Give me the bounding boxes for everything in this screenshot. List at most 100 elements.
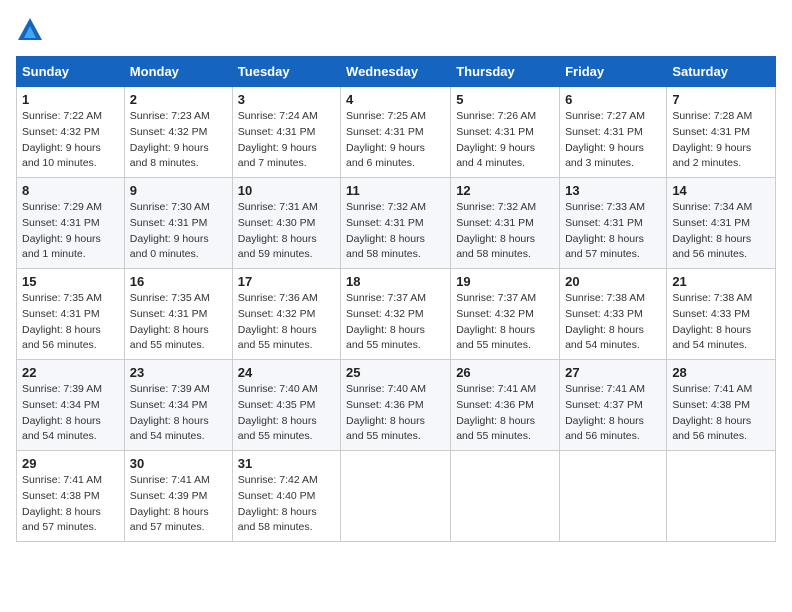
day-number: 13: [565, 183, 661, 198]
calendar-day-cell: 23 Sunrise: 7:39 AM Sunset: 4:34 PM Dayl…: [124, 360, 232, 451]
calendar-day-cell: 25 Sunrise: 7:40 AM Sunset: 4:36 PM Dayl…: [341, 360, 451, 451]
day-of-week-header: Tuesday: [232, 57, 340, 87]
day-number: 10: [238, 183, 335, 198]
calendar-day-cell: 20 Sunrise: 7:38 AM Sunset: 4:33 PM Dayl…: [560, 269, 667, 360]
calendar-day-cell: 31 Sunrise: 7:42 AM Sunset: 4:40 PM Dayl…: [232, 451, 340, 542]
day-detail: Sunrise: 7:41 AM Sunset: 4:39 PM Dayligh…: [130, 473, 227, 536]
day-detail: Sunrise: 7:41 AM Sunset: 4:36 PM Dayligh…: [456, 382, 554, 445]
calendar-week-row: 22 Sunrise: 7:39 AM Sunset: 4:34 PM Dayl…: [17, 360, 776, 451]
day-of-week-header: Thursday: [451, 57, 560, 87]
day-number: 7: [672, 92, 770, 107]
calendar-day-cell: [667, 451, 776, 542]
calendar-week-row: 15 Sunrise: 7:35 AM Sunset: 4:31 PM Dayl…: [17, 269, 776, 360]
day-number: 2: [130, 92, 227, 107]
day-number: 21: [672, 274, 770, 289]
day-detail: Sunrise: 7:39 AM Sunset: 4:34 PM Dayligh…: [130, 382, 227, 445]
calendar-day-cell: 15 Sunrise: 7:35 AM Sunset: 4:31 PM Dayl…: [17, 269, 125, 360]
day-number: 23: [130, 365, 227, 380]
day-detail: Sunrise: 7:37 AM Sunset: 4:32 PM Dayligh…: [456, 291, 554, 354]
day-detail: Sunrise: 7:30 AM Sunset: 4:31 PM Dayligh…: [130, 200, 227, 263]
day-number: 26: [456, 365, 554, 380]
calendar-week-row: 8 Sunrise: 7:29 AM Sunset: 4:31 PM Dayli…: [17, 178, 776, 269]
day-detail: Sunrise: 7:40 AM Sunset: 4:36 PM Dayligh…: [346, 382, 445, 445]
day-number: 19: [456, 274, 554, 289]
calendar-day-cell: 7 Sunrise: 7:28 AM Sunset: 4:31 PM Dayli…: [667, 87, 776, 178]
day-detail: Sunrise: 7:38 AM Sunset: 4:33 PM Dayligh…: [565, 291, 661, 354]
day-of-week-header: Friday: [560, 57, 667, 87]
day-number: 6: [565, 92, 661, 107]
day-detail: Sunrise: 7:22 AM Sunset: 4:32 PM Dayligh…: [22, 109, 119, 172]
day-number: 31: [238, 456, 335, 471]
calendar-day-cell: [341, 451, 451, 542]
day-number: 15: [22, 274, 119, 289]
calendar-day-cell: 19 Sunrise: 7:37 AM Sunset: 4:32 PM Dayl…: [451, 269, 560, 360]
day-detail: Sunrise: 7:38 AM Sunset: 4:33 PM Dayligh…: [672, 291, 770, 354]
day-detail: Sunrise: 7:24 AM Sunset: 4:31 PM Dayligh…: [238, 109, 335, 172]
calendar-day-cell: [560, 451, 667, 542]
calendar-week-row: 1 Sunrise: 7:22 AM Sunset: 4:32 PM Dayli…: [17, 87, 776, 178]
calendar-day-cell: 26 Sunrise: 7:41 AM Sunset: 4:36 PM Dayl…: [451, 360, 560, 451]
calendar-day-cell: 27 Sunrise: 7:41 AM Sunset: 4:37 PM Dayl…: [560, 360, 667, 451]
calendar-week-row: 29 Sunrise: 7:41 AM Sunset: 4:38 PM Dayl…: [17, 451, 776, 542]
day-of-week-header: Monday: [124, 57, 232, 87]
calendar-day-cell: 24 Sunrise: 7:40 AM Sunset: 4:35 PM Dayl…: [232, 360, 340, 451]
day-number: 5: [456, 92, 554, 107]
day-number: 8: [22, 183, 119, 198]
day-number: 30: [130, 456, 227, 471]
day-detail: Sunrise: 7:31 AM Sunset: 4:30 PM Dayligh…: [238, 200, 335, 263]
calendar-day-cell: [451, 451, 560, 542]
day-of-week-header: Saturday: [667, 57, 776, 87]
calendar-day-cell: 30 Sunrise: 7:41 AM Sunset: 4:39 PM Dayl…: [124, 451, 232, 542]
page-header: [16, 16, 776, 44]
day-detail: Sunrise: 7:28 AM Sunset: 4:31 PM Dayligh…: [672, 109, 770, 172]
day-detail: Sunrise: 7:35 AM Sunset: 4:31 PM Dayligh…: [22, 291, 119, 354]
calendar-day-cell: 17 Sunrise: 7:36 AM Sunset: 4:32 PM Dayl…: [232, 269, 340, 360]
day-detail: Sunrise: 7:34 AM Sunset: 4:31 PM Dayligh…: [672, 200, 770, 263]
calendar-day-cell: 8 Sunrise: 7:29 AM Sunset: 4:31 PM Dayli…: [17, 178, 125, 269]
day-detail: Sunrise: 7:26 AM Sunset: 4:31 PM Dayligh…: [456, 109, 554, 172]
calendar-day-cell: 16 Sunrise: 7:35 AM Sunset: 4:31 PM Dayl…: [124, 269, 232, 360]
day-detail: Sunrise: 7:41 AM Sunset: 4:38 PM Dayligh…: [672, 382, 770, 445]
calendar-table: SundayMondayTuesdayWednesdayThursdayFrid…: [16, 56, 776, 542]
day-number: 16: [130, 274, 227, 289]
day-detail: Sunrise: 7:33 AM Sunset: 4:31 PM Dayligh…: [565, 200, 661, 263]
calendar-day-cell: 13 Sunrise: 7:33 AM Sunset: 4:31 PM Dayl…: [560, 178, 667, 269]
calendar-day-cell: 11 Sunrise: 7:32 AM Sunset: 4:31 PM Dayl…: [341, 178, 451, 269]
day-detail: Sunrise: 7:41 AM Sunset: 4:37 PM Dayligh…: [565, 382, 661, 445]
logo: [16, 16, 48, 44]
day-of-week-header: Sunday: [17, 57, 125, 87]
day-detail: Sunrise: 7:35 AM Sunset: 4:31 PM Dayligh…: [130, 291, 227, 354]
day-detail: Sunrise: 7:27 AM Sunset: 4:31 PM Dayligh…: [565, 109, 661, 172]
day-number: 18: [346, 274, 445, 289]
calendar-day-cell: 3 Sunrise: 7:24 AM Sunset: 4:31 PM Dayli…: [232, 87, 340, 178]
calendar-day-cell: 14 Sunrise: 7:34 AM Sunset: 4:31 PM Dayl…: [667, 178, 776, 269]
day-number: 24: [238, 365, 335, 380]
calendar-day-cell: 2 Sunrise: 7:23 AM Sunset: 4:32 PM Dayli…: [124, 87, 232, 178]
day-of-week-header: Wednesday: [341, 57, 451, 87]
day-detail: Sunrise: 7:23 AM Sunset: 4:32 PM Dayligh…: [130, 109, 227, 172]
calendar-day-cell: 6 Sunrise: 7:27 AM Sunset: 4:31 PM Dayli…: [560, 87, 667, 178]
day-number: 14: [672, 183, 770, 198]
calendar-day-cell: 28 Sunrise: 7:41 AM Sunset: 4:38 PM Dayl…: [667, 360, 776, 451]
day-detail: Sunrise: 7:39 AM Sunset: 4:34 PM Dayligh…: [22, 382, 119, 445]
day-number: 1: [22, 92, 119, 107]
day-detail: Sunrise: 7:25 AM Sunset: 4:31 PM Dayligh…: [346, 109, 445, 172]
day-number: 3: [238, 92, 335, 107]
calendar-day-cell: 9 Sunrise: 7:30 AM Sunset: 4:31 PM Dayli…: [124, 178, 232, 269]
day-number: 17: [238, 274, 335, 289]
calendar-day-cell: 10 Sunrise: 7:31 AM Sunset: 4:30 PM Dayl…: [232, 178, 340, 269]
day-number: 25: [346, 365, 445, 380]
calendar-day-cell: 12 Sunrise: 7:32 AM Sunset: 4:31 PM Dayl…: [451, 178, 560, 269]
day-detail: Sunrise: 7:40 AM Sunset: 4:35 PM Dayligh…: [238, 382, 335, 445]
day-detail: Sunrise: 7:42 AM Sunset: 4:40 PM Dayligh…: [238, 473, 335, 536]
day-number: 22: [22, 365, 119, 380]
day-number: 29: [22, 456, 119, 471]
day-detail: Sunrise: 7:32 AM Sunset: 4:31 PM Dayligh…: [456, 200, 554, 263]
day-number: 28: [672, 365, 770, 380]
day-detail: Sunrise: 7:29 AM Sunset: 4:31 PM Dayligh…: [22, 200, 119, 263]
logo-icon: [16, 16, 44, 44]
calendar-header-row: SundayMondayTuesdayWednesdayThursdayFrid…: [17, 57, 776, 87]
calendar-day-cell: 29 Sunrise: 7:41 AM Sunset: 4:38 PM Dayl…: [17, 451, 125, 542]
calendar-day-cell: 5 Sunrise: 7:26 AM Sunset: 4:31 PM Dayli…: [451, 87, 560, 178]
day-number: 4: [346, 92, 445, 107]
